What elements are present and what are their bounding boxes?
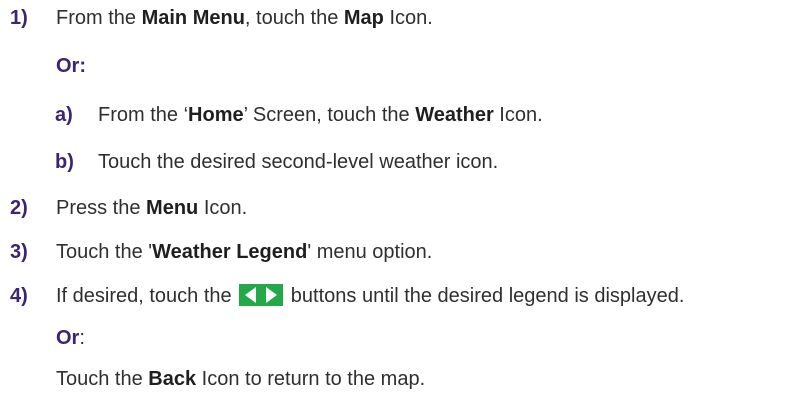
weather-label: Weather [415,104,494,126]
step-text: Touch the Back Icon to return to the map… [56,368,426,390]
substep-number: b) [55,151,74,173]
main-menu-label: Main Menu [141,7,245,29]
step-text: Press the Menu Icon. [56,197,248,219]
or-label: Or: [56,55,86,77]
step-text: Touch the 'Weather Legend' menu option. [56,241,433,263]
step-number: 3) [10,241,28,263]
substep-text: Touch the desired second-level weather i… [98,151,499,173]
step-number: 1) [10,7,28,29]
home-label: Home [188,104,244,126]
step-text: From the Main Menu, touch the Map Icon. [56,7,433,29]
substep-text: From the ‘Home’ Screen, touch the Weathe… [98,104,543,126]
weather-legend-label: Weather Legend [152,241,308,263]
map-label: Map [343,7,384,29]
menu-label: Menu [146,197,199,219]
step-text: If desired, touch the buttons until the … [56,284,685,307]
step-number: 2) [10,197,28,219]
substep-number: a) [55,104,73,126]
step-number: 4) [10,285,28,307]
left-right-arrows-icon [239,284,284,306]
or-label: Or: [56,327,85,349]
back-label: Back [148,368,197,390]
